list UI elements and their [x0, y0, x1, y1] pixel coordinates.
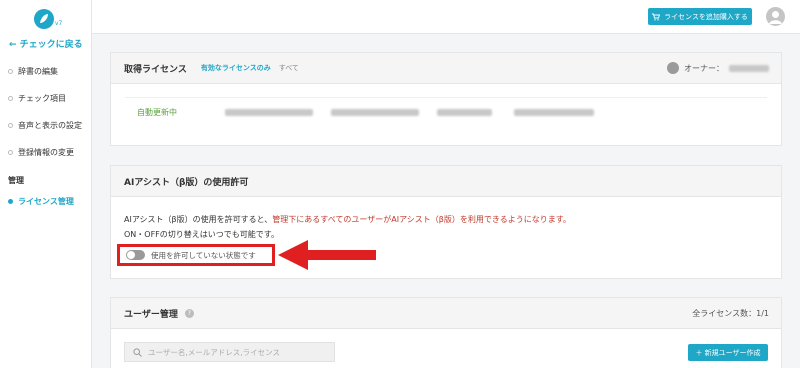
sidebar-item-label: 辞書の編集 — [18, 67, 58, 76]
sidebar-section-admin: 管理 — [8, 176, 24, 185]
bullet-icon — [8, 123, 13, 128]
bullet-icon — [8, 150, 13, 155]
ai-assist-toggle-switch[interactable] — [126, 250, 145, 260]
sidebar-item-voice-display[interactable]: 音声と表示の設定 — [8, 120, 82, 131]
license-field-redacted — [225, 109, 313, 116]
owner-user-icon — [667, 62, 679, 74]
cart-icon — [652, 13, 661, 20]
sidebar-item-license-management[interactable]: ライセンス管理 — [8, 196, 74, 207]
ai-assist-text-warning: 管理下にあるすべてのユーザーがAIアシスト（β版）を利用できるようになります。 — [272, 215, 571, 224]
user-management-card: ユーザー管理 ? 全ライセンス数：1/1 ＋ 新規ユーザー作成 — [110, 297, 782, 368]
sidebar-item-check-items[interactable]: チェック項目 — [8, 93, 66, 104]
sidebar-item-registration[interactable]: 登録情報の変更 — [8, 147, 74, 158]
sidebar: v7 ← チェックに戻る 辞書の編集 チェック項目 音声と表示の設定 登録情報の… — [0, 0, 92, 368]
license-card-header: 取得ライセンス 有効なライセンスのみ すべて オーナー： — [111, 53, 781, 84]
ai-assist-toggle-highlight: 使用を許可していない状態です — [117, 244, 275, 266]
license-status: 自動更新中 — [137, 108, 177, 117]
license-row: 自動更新中 — [125, 97, 767, 127]
bullet-icon — [8, 69, 13, 74]
bullet-icon — [8, 199, 13, 204]
new-user-button[interactable]: ＋ 新規ユーザー作成 — [688, 344, 768, 361]
sidebar-item-label: 登録情報の変更 — [18, 148, 74, 157]
search-icon — [133, 347, 142, 357]
annotation-arrow-icon — [278, 240, 376, 270]
user-icon — [769, 11, 782, 24]
user-management-header: ユーザー管理 ? 全ライセンス数：1/1 — [111, 298, 781, 329]
sidebar-item-dictionary[interactable]: 辞書の編集 — [8, 66, 58, 77]
back-to-check-link[interactable]: ← チェックに戻る — [9, 37, 83, 50]
logo-version: v7 — [55, 20, 63, 27]
license-count: 全ライセンス数：1/1 — [692, 309, 769, 318]
ai-assist-text-prefix: AIアシスト（β版）の使用を許可すると、 — [124, 215, 273, 224]
ai-assist-card-header: AIアシスト（β版）の使用許可 — [111, 166, 781, 197]
filter-active-licenses[interactable]: 有効なライセンスのみ — [201, 63, 271, 73]
bullet-icon — [8, 96, 13, 101]
user-search-input[interactable] — [148, 347, 328, 357]
user-management-title: ユーザー管理 — [124, 309, 178, 320]
license-field-redacted — [331, 109, 419, 116]
add-license-label: ライセンスを追加購入する — [664, 12, 748, 21]
license-field-redacted — [514, 109, 594, 116]
user-avatar[interactable] — [766, 7, 785, 26]
sidebar-item-label: 音声と表示の設定 — [18, 121, 82, 130]
sidebar-item-label: ライセンス管理 — [18, 197, 74, 206]
owner-name-redacted — [729, 64, 769, 72]
license-field-redacted — [437, 109, 492, 116]
license-card: 取得ライセンス 有効なライセンスのみ すべて オーナー： 自動更新中 — [110, 52, 782, 146]
sidebar-item-label: チェック項目 — [18, 94, 66, 103]
help-icon[interactable]: ? — [184, 308, 194, 318]
add-license-button[interactable]: ライセンスを追加購入する — [648, 8, 752, 25]
owner-info: オーナー： — [667, 62, 769, 74]
ai-assist-card-title: AIアシスト（β版）の使用許可 — [124, 177, 249, 188]
license-card-title: 取得ライセンス — [124, 64, 187, 75]
owner-label: オーナー： — [684, 63, 724, 73]
user-search-box — [124, 342, 335, 362]
ai-assist-toggle-label: 使用を許可していない状態です — [151, 250, 256, 260]
app-logo-icon[interactable] — [33, 8, 55, 30]
filter-all-licenses[interactable]: すべて — [279, 63, 299, 73]
